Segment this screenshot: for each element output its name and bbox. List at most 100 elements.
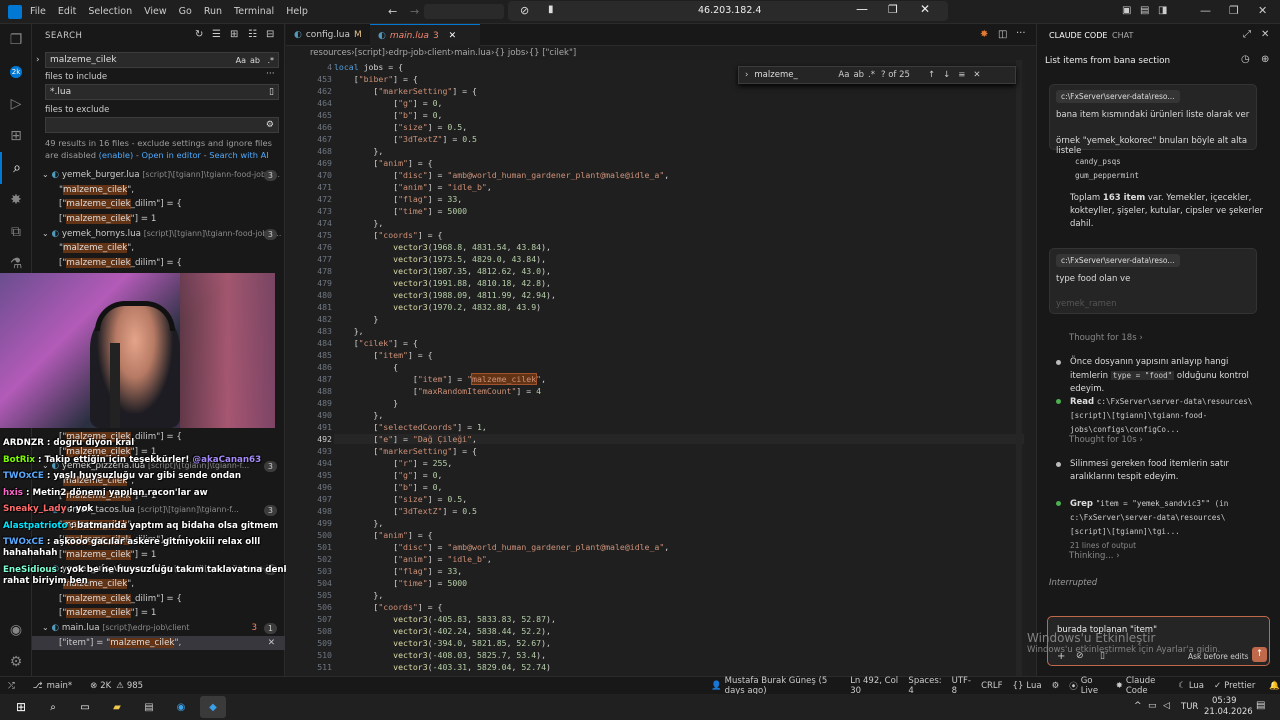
next-match-icon[interactable]: ↓: [943, 70, 950, 80]
enable-link[interactable]: (enable): [99, 150, 134, 160]
menu-item-terminal[interactable]: Terminal: [234, 6, 274, 17]
language-mode[interactable]: Lua: [1026, 681, 1041, 691]
network-icon[interactable]: ▭: [1148, 701, 1157, 711]
search-with-ai-link[interactable]: Search with AI: [209, 150, 269, 160]
code-line[interactable]: {: [334, 362, 398, 372]
code-line[interactable]: vector3(-405.83, 5833.83, 52.87),: [334, 614, 556, 624]
volume-icon[interactable]: ◁: [1163, 701, 1170, 711]
run-debug-icon[interactable]: ▷: [0, 88, 32, 120]
code-line[interactable]: ["r"] = 255,: [334, 458, 452, 468]
match-case-icon[interactable]: Aa: [838, 70, 849, 80]
send-button[interactable]: ↑: [1252, 647, 1267, 662]
warning-count[interactable]: 985: [127, 681, 143, 691]
code-line[interactable]: ["anim"] = {: [334, 530, 432, 540]
code-line[interactable]: },: [334, 410, 383, 420]
code-line[interactable]: vector3(-394.0, 5821.85, 52.67),: [334, 638, 551, 648]
code-line[interactable]: ["g"] = 0,: [334, 98, 442, 108]
go-live-button[interactable]: Go Live: [1081, 676, 1106, 696]
close-remote-icon[interactable]: ✕: [920, 2, 930, 16]
settings-sync-icon[interactable]: ✸: [0, 184, 32, 216]
code-line[interactable]: ["markerSetting"] = {: [334, 86, 477, 96]
error-count[interactable]: 2K: [100, 681, 111, 691]
chat-username[interactable]: ARDNZR: [3, 438, 44, 448]
panel-toggle-icon[interactable]: ▤: [1140, 5, 1149, 16]
code-line[interactable]: ["3dTextZ"] = 0.5: [334, 506, 477, 516]
edge-browser-icon[interactable]: ◉: [168, 696, 194, 718]
new-chat-icon[interactable]: ⊕: [1261, 54, 1269, 65]
code-line[interactable]: ["anim"] = "idle_b",: [334, 554, 492, 564]
code-line[interactable]: ["coords"] = {: [334, 602, 442, 612]
open-in-editor-link[interactable]: Open in editor: [142, 150, 201, 160]
thought-2[interactable]: Thought for 10s ›: [1069, 435, 1143, 445]
code-line[interactable]: ["flag"] = 33,: [334, 194, 462, 204]
copilot-icon[interactable]: ✸: [980, 29, 988, 40]
branch-name[interactable]: main*: [47, 681, 73, 691]
regex-icon[interactable]: .*: [267, 56, 274, 65]
lua-status[interactable]: Lua: [1189, 681, 1204, 691]
match-case-icon[interactable]: Aa: [236, 56, 246, 65]
exclude-input[interactable]: ⚙: [45, 117, 279, 133]
minimize-remote-icon[interactable]: —: [856, 2, 868, 16]
tab-main-lua[interactable]: ◐ main.lua 3 ✕: [370, 24, 480, 46]
tab-chat[interactable]: CHAT: [1112, 31, 1133, 40]
manage-gear-icon[interactable]: ⚙: [0, 646, 32, 678]
file-chip[interactable]: c:\FxServer\server-data\reso...: [1056, 254, 1180, 267]
breadcrumb-item[interactable]: resources: [310, 48, 351, 58]
file-encoding[interactable]: UTF-8: [952, 676, 971, 696]
code-line[interactable]: ["3dTextZ"] = 0.5: [334, 134, 477, 144]
window-minimize-icon[interactable]: —: [1200, 4, 1211, 17]
chat-username[interactable]: Alastpatrioto: [3, 521, 67, 531]
history-icon[interactable]: ◷: [1241, 54, 1250, 65]
tab-config-lua[interactable]: ◐ config.lua M: [286, 24, 370, 46]
result-match[interactable]: ["malzeme_cilek_dilim"] = {: [32, 592, 285, 607]
vscode-taskbar-icon[interactable]: ◆: [200, 696, 226, 718]
start-windows-icon[interactable]: ⊞: [8, 696, 34, 718]
code-line[interactable]: ["disc"] = "amb@world_human_gardener_pla…: [334, 542, 669, 552]
match-word-icon[interactable]: ab: [853, 70, 864, 80]
chat-username[interactable]: BotRix: [3, 455, 35, 465]
window-maximize-icon[interactable]: ❐: [1229, 4, 1239, 17]
code-editor[interactable]: 4 local jobs = {453 ["biber"] = {462 ["ma…: [286, 60, 1026, 682]
code-line[interactable]: ["size"] = 0.5,: [334, 494, 467, 504]
chevron-down-icon[interactable]: ⌄: [42, 623, 49, 632]
chevron-down-icon[interactable]: ⌄: [42, 170, 49, 179]
exclude-settings-icon[interactable]: ⚙: [266, 120, 274, 130]
no-camera-icon[interactable]: ⊘: [520, 4, 529, 17]
chevron-down-icon[interactable]: ⌄: [42, 229, 49, 238]
clock-date[interactable]: 21.04.2026: [1204, 707, 1253, 717]
menu-item-file[interactable]: File: [30, 6, 46, 17]
account-icon[interactable]: ◉: [0, 614, 32, 646]
breadcrumb-item[interactable]: main.lua: [454, 48, 491, 58]
claude-code-status[interactable]: Claude Code: [1126, 676, 1168, 696]
line-endings[interactable]: CRLF: [981, 681, 1002, 691]
refresh-icon[interactable]: ↻: [195, 29, 203, 40]
chat-username[interactable]: hxis: [3, 488, 23, 498]
code-line[interactable]: vector3(1991.88, 4810.18, 42.8),: [334, 278, 551, 288]
code-line[interactable]: vector3(1968.8, 4831.54, 43.84),: [334, 242, 551, 252]
file-chip[interactable]: c:\FxServer\server-data\reso...: [1056, 90, 1180, 103]
read-path[interactable]: c:\FxServer\server-data\resources\[scrip…: [1070, 397, 1252, 434]
result-file[interactable]: ⌄ ◐ main.lua [script]\edrp-job\client 3 1: [32, 621, 285, 636]
tray-chevron-icon[interactable]: ^: [1134, 701, 1142, 711]
toggle-replace-icon[interactable]: ›: [745, 70, 748, 80]
close-find-icon[interactable]: ✕: [973, 70, 980, 80]
previous-match-icon[interactable]: ↑: [928, 70, 935, 80]
code-line[interactable]: },: [334, 590, 383, 600]
code-line[interactable]: ["time"] = 5000: [334, 206, 467, 216]
code-line[interactable]: ["time"] = 5000: [334, 578, 467, 588]
collapse-all-icon[interactable]: ⊟: [266, 29, 274, 40]
breadcrumb-item[interactable]: {} jobs: [494, 48, 525, 58]
terminal-icon[interactable]: ▤: [136, 696, 162, 718]
back-arrow-icon[interactable]: ←: [388, 5, 397, 18]
code-line[interactable]: vector3(-408.03, 5825.7, 53.4),: [334, 650, 546, 660]
result-match[interactable]: ["malzeme_cilek_dilim"] = {: [32, 197, 285, 212]
code-line[interactable]: ["b"] = 0,: [334, 110, 442, 120]
chat-username[interactable]: TWOxCE: [3, 471, 44, 481]
extensions-icon[interactable]: ⊞: [0, 120, 32, 152]
new-search-editor-icon[interactable]: ⊞: [230, 29, 238, 40]
code-line[interactable]: vector3(1988.09, 4811.99, 42.94),: [334, 290, 556, 300]
more-actions-icon[interactable]: ···: [1016, 28, 1026, 39]
view-as-tree-icon[interactable]: ☷: [248, 29, 257, 40]
code-line[interactable]: }: [334, 314, 378, 324]
code-line[interactable]: ["size"] = 0.5,: [334, 122, 467, 132]
